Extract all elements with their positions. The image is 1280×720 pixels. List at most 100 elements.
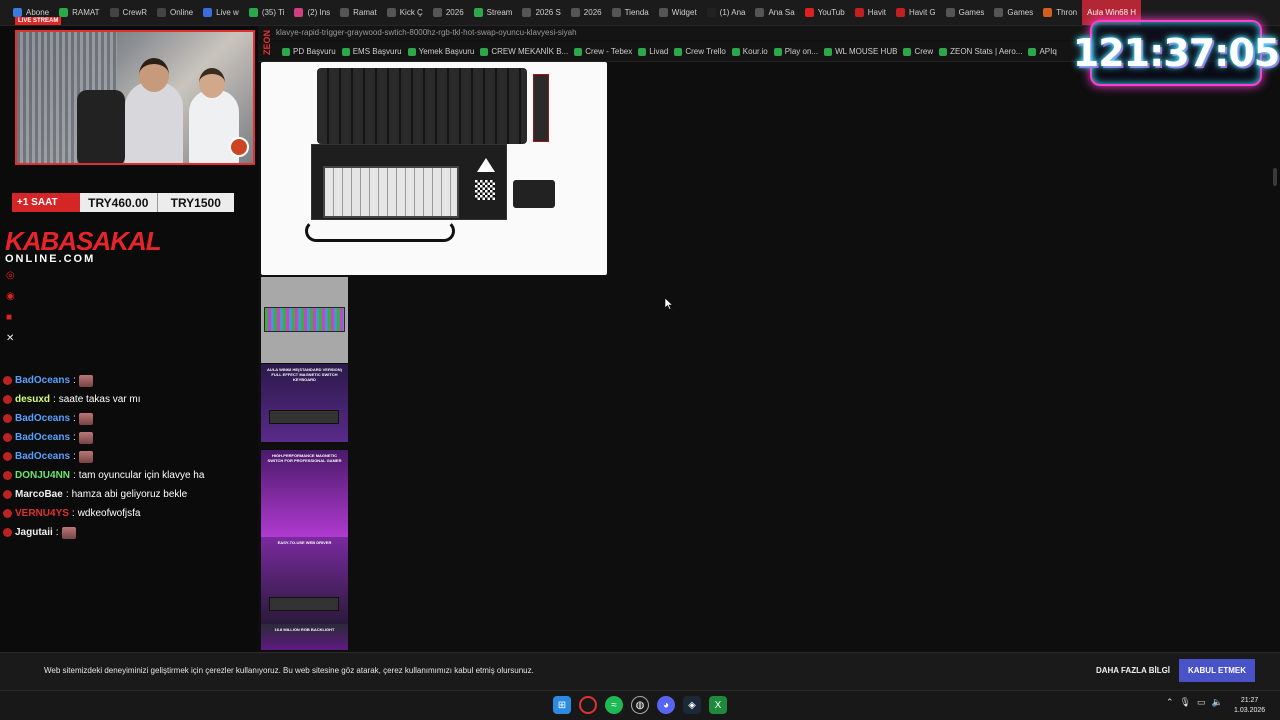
tab-label: (35) Ti: [261, 8, 285, 17]
microphone-icon[interactable]: 🎙: [1180, 697, 1191, 708]
spotify-icon[interactable]: ≈: [605, 696, 623, 714]
tab-favicon-icon: [570, 8, 580, 17]
browser-tab[interactable]: 2026: [428, 0, 469, 25]
bookmark-item[interactable]: Yemek Başvuru: [407, 47, 474, 56]
browser-tab[interactable]: RAMAT: [54, 0, 104, 25]
keyboard-image: [269, 597, 339, 611]
bookmark-item[interactable]: Crew: [903, 47, 933, 56]
bookmark-icon: [341, 47, 350, 56]
discord-icon[interactable]: ◕: [657, 696, 675, 714]
chat-text: saate takas var mı: [58, 394, 141, 405]
browser-tab[interactable]: (1) Ana: [702, 0, 751, 25]
bookmark-label: WL MOUSE HUB: [835, 47, 898, 56]
bookmark-icon: [939, 47, 948, 56]
bookmark-label: EMS Başvuru: [352, 47, 402, 56]
bookmark-item[interactable]: CREW MEKANİK B...: [480, 47, 568, 56]
chat-emote-icon: [78, 431, 93, 444]
thumbnail-5[interactable]: 16.8 MILLION RGB BACKLIGHT: [261, 624, 348, 650]
chevron-up-icon[interactable]: ⌃: [1166, 697, 1174, 708]
chat-emote-icon: [78, 412, 93, 425]
tab-favicon-icon: [1043, 8, 1053, 17]
thumbnail-2[interactable]: AULA WIN68 HE(STANDARD VERSION) FULL EFF…: [261, 364, 348, 442]
browser-tab[interactable]: Stream: [469, 0, 518, 25]
browser-tab[interactable]: Ana Sa: [750, 0, 799, 25]
scrollbar-thumb[interactable]: [1273, 168, 1277, 186]
wing-palm-rest: [533, 74, 549, 142]
browser-tab[interactable]: YouTub: [800, 0, 850, 25]
obs-icon[interactable]: ◍: [631, 696, 649, 714]
windows-start-icon[interactable]: ⊞: [553, 696, 571, 714]
thumbnail-3[interactable]: HIGH-PERFORMANCE MAGNETIC SWITCH FOR PRO…: [261, 450, 348, 537]
streamer-figure: [125, 82, 183, 163]
bookmark-item[interactable]: Play on...: [773, 47, 818, 56]
bookmark-item[interactable]: Crew - Tebex: [574, 47, 632, 56]
accept-cookies-button[interactable]: KABUL ETMEK: [1179, 659, 1255, 682]
bookmark-item[interactable]: EMS Başvuru: [341, 47, 402, 56]
browser-tab[interactable]: (35) Ti: [244, 0, 290, 25]
product-main-image[interactable]: [261, 62, 607, 275]
subathon-timer: 121:37:05: [1073, 20, 1280, 86]
chat-username[interactable]: BadOceans: [15, 413, 70, 424]
opera-gx-icon[interactable]: [579, 696, 597, 714]
thumbnail-4[interactable]: EASY-TO-USE WEB DRIVER: [261, 537, 348, 624]
bookmark-item[interactable]: Crew Trello: [674, 47, 726, 56]
chat-separator: :: [55, 527, 59, 538]
excel-icon[interactable]: X: [709, 696, 727, 714]
bookmark-item[interactable]: PD Başvuru: [282, 47, 336, 56]
user-badge-icon: [3, 395, 12, 404]
steam-icon[interactable]: ◈: [683, 696, 701, 714]
browser-tab[interactable]: 2026 S: [517, 0, 565, 25]
browser-tab[interactable]: CrewR: [105, 0, 152, 25]
chat-message: BadOceans:: [0, 430, 258, 445]
thumbnail-caption: 16.8 MILLION RGB BACKLIGHT: [274, 627, 335, 632]
browser-tab[interactable]: 2026: [566, 0, 607, 25]
zeon-logo: ZEON: [262, 30, 272, 56]
thumbnail-1[interactable]: [261, 277, 348, 363]
bookmark-item[interactable]: APIq: [1028, 47, 1057, 56]
tab-label: (2) Ins: [307, 8, 331, 17]
chat-username[interactable]: Jagutaii: [15, 527, 53, 538]
spare-keys-image: [513, 180, 555, 208]
browser-tab[interactable]: Games: [989, 0, 1038, 25]
chat-username[interactable]: desuxd: [15, 394, 50, 405]
tab-label: (1) Ana: [719, 8, 746, 17]
timer-value: 121:37:05: [1072, 31, 1280, 75]
bookmark-item[interactable]: Livad: [638, 47, 668, 56]
browser-tab[interactable]: Kick Ç: [382, 0, 428, 25]
browser-tab[interactable]: Tienda: [607, 0, 654, 25]
chat-username[interactable]: BadOceans: [15, 451, 70, 462]
browser-tab[interactable]: Havit G: [891, 0, 941, 25]
browser-tab[interactable]: Havit: [850, 0, 891, 25]
bookmark-label: APIq: [1039, 47, 1057, 56]
tab-label: 2026: [445, 8, 464, 17]
instagram-icon: ◎: [6, 270, 15, 281]
monitor-icon[interactable]: ▭: [1197, 697, 1206, 708]
browser-tab[interactable]: Online: [152, 0, 198, 25]
chat-username[interactable]: DONJU4NN: [15, 470, 70, 481]
chat-text: hamza abi geliyoruz bekle: [71, 489, 188, 500]
browser-tab-bar: Abone RAMAT CrewR Online Live w (35) Ti (2) In…: [0, 0, 1280, 26]
chat-message: BadOceans:: [0, 373, 258, 388]
bookmark-item[interactable]: WL MOUSE HUB: [824, 47, 897, 56]
browser-tab[interactable]: (2) Ins: [289, 0, 335, 25]
webcam-feed: [15, 30, 255, 165]
browser-tab[interactable]: Live w: [198, 0, 244, 25]
taskbar-clock[interactable]: 21:27 1.03.2026: [1234, 696, 1265, 716]
browser-tab[interactable]: Games: [941, 0, 990, 25]
browser-tab[interactable]: Widget: [654, 0, 702, 25]
bookmark-item[interactable]: Kour.io: [731, 47, 768, 56]
chat-username[interactable]: BadOceans: [15, 432, 70, 443]
thumbnail-caption: AULA WIN68 HE(STANDARD VERSION) FULL EFF…: [267, 367, 342, 382]
browser-tab[interactable]: Thron: [1038, 0, 1082, 25]
speaker-icon[interactable]: 🔈: [1212, 697, 1223, 708]
tab-favicon-icon: [340, 8, 350, 17]
browser-tab[interactable]: Ramat: [335, 0, 382, 25]
bookmark-icon: [480, 47, 489, 56]
subathon-price-row: +1 SAAT TRY460.00 TRY1500: [12, 193, 234, 212]
bookmark-item[interactable]: ZEON Stats | Aero...: [939, 47, 1022, 56]
chat-username[interactable]: MarcoBae: [15, 489, 63, 500]
more-info-button[interactable]: DAHA FAZLA BİLGİ: [1094, 660, 1172, 680]
chat-username[interactable]: BadOceans: [15, 375, 70, 386]
chat-username[interactable]: VERNU4YS: [15, 508, 69, 519]
tab-favicon-icon: [755, 8, 765, 17]
